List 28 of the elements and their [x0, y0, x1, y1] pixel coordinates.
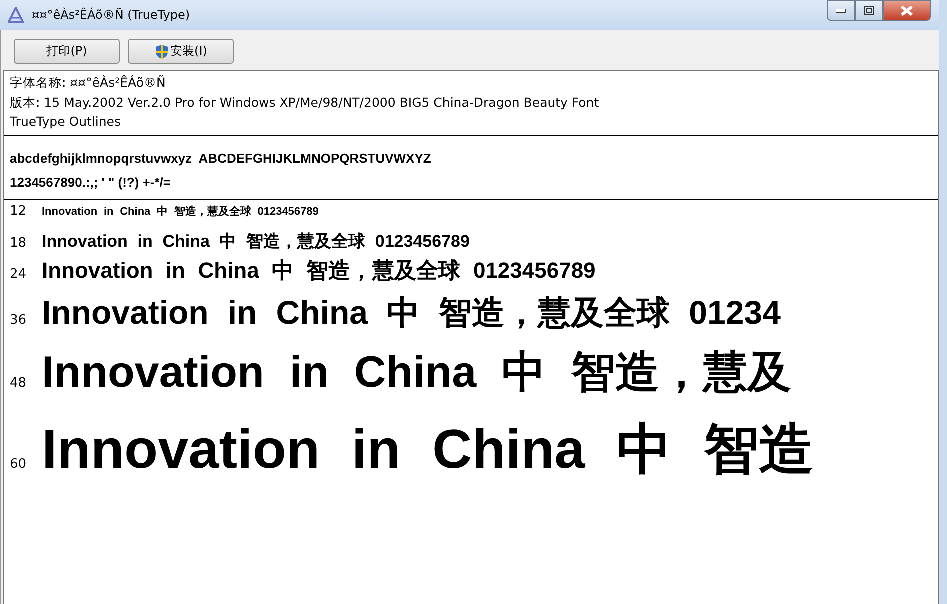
charset-sample: abcdefghijklmnopqrstuvwxyz ABCDEFGHIJKLMNOPQRSTUVWXYZ	[10, 150, 432, 168]
sample-text: Innovation in China 中 智造	[42, 416, 814, 482]
window-title: ¤¤°êÀs²ÊÁõ®Ñ (TrueType)	[32, 8, 192, 22]
sample-text: Innovation in China 中 智造，慧及	[42, 346, 792, 398]
maximize-icon	[864, 6, 874, 15]
maximize-button[interactable]	[855, 0, 883, 21]
charset-sample: 1234567890.:,; ' " (!?) +-*/=	[10, 174, 172, 192]
minimize-button[interactable]	[827, 0, 855, 21]
sample-text: Innovation in China 中 智造，慧及全球 01234	[42, 292, 781, 332]
print-button[interactable]: 打印(P)	[14, 39, 120, 64]
close-icon	[901, 6, 913, 16]
size-label: 12	[10, 204, 28, 218]
size-label: 48	[10, 376, 28, 390]
shield-icon	[154, 44, 169, 60]
font-info-line: TrueType Outlines	[10, 113, 122, 131]
font-info-line: 字体名称: ¤¤°êÀs²ÊÁõ®Ñ	[10, 74, 167, 92]
sample-text: Innovation in China 中 智造，慧及全球 0123456789	[42, 204, 319, 218]
minimize-icon	[836, 8, 846, 12]
sample-text: Innovation in China 中 智造，慧及全球 0123456789	[42, 256, 596, 284]
app-icon	[8, 7, 24, 23]
install-button[interactable]: 安装(I)	[128, 39, 234, 64]
sample-text: Innovation in China 中 智造，慧及全球 0123456789	[42, 230, 470, 252]
close-button[interactable]	[883, 0, 931, 21]
size-label: 24	[10, 266, 28, 282]
size-label: 18	[10, 236, 28, 250]
size-label: 60	[10, 456, 28, 472]
size-label: 36	[10, 312, 28, 328]
font-info-line: 版本: 15 May.2002 Ver.2.0 Pro for Windows XP/Me/98/NT/2000 BIG5 China-Dragon Beauty Font	[10, 94, 600, 112]
